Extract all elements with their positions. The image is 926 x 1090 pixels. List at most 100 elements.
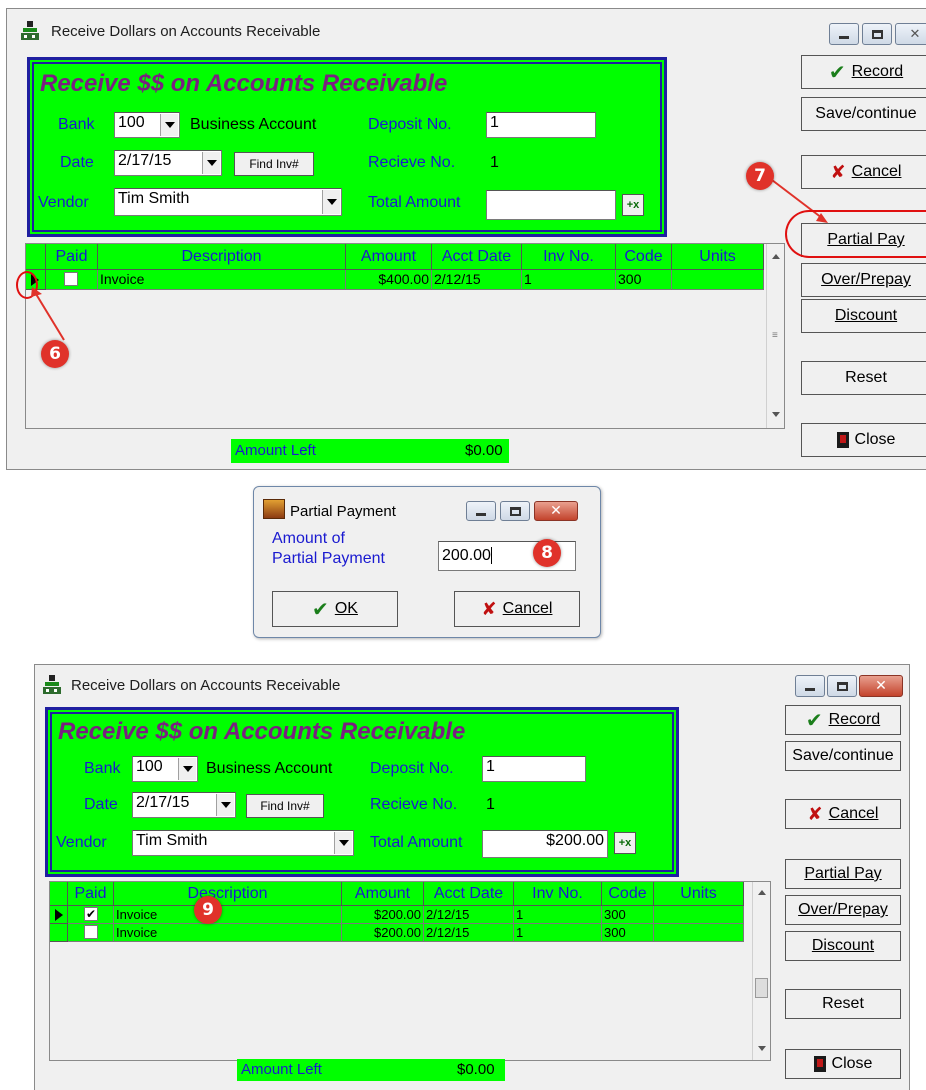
cell-code[interactable]: 300 (602, 906, 654, 924)
col-header-description[interactable]: Description (98, 244, 346, 270)
col-header-amount[interactable]: Amount (346, 244, 432, 270)
save-continue-button[interactable]: Save/continue (801, 97, 926, 131)
col-header-code[interactable]: Code (616, 244, 672, 270)
cell-description[interactable]: Invoice (114, 924, 342, 942)
col-header-amount[interactable]: Amount (342, 882, 424, 906)
calculator-icon[interactable]: +x (614, 832, 636, 854)
over-prepay-button[interactable]: Over/Prepay (801, 263, 926, 297)
cell-acct-date[interactable]: 2/12/15 (432, 270, 522, 290)
vertical-scrollbar[interactable]: ≡ (766, 244, 784, 428)
reset-button[interactable]: Reset (785, 989, 901, 1019)
cell-inv-no[interactable]: 1 (514, 906, 602, 924)
col-header-acct-date[interactable]: Acct Date (424, 882, 514, 906)
scroll-up-icon[interactable] (757, 890, 766, 895)
window-title: Receive Dollars on Accounts Receivable (71, 677, 341, 694)
receive-ar-window-after: Receive Dollars on Accounts Receivable ✕… (34, 664, 910, 1090)
close-window-button[interactable]: ✕ (895, 23, 926, 45)
cell-amount[interactable]: $400.00 (346, 270, 432, 290)
cell-inv-no[interactable]: 1 (514, 924, 602, 942)
cell-units[interactable] (654, 906, 744, 924)
dialog-title: Partial Payment (290, 503, 396, 520)
maximize-button[interactable] (862, 23, 892, 45)
amount-left-label: Amount Left (241, 1061, 322, 1078)
find-invoice-button[interactable]: Find Inv# (246, 794, 324, 818)
row-selector[interactable] (50, 906, 68, 924)
bank-select[interactable]: 100 (114, 112, 180, 138)
dialog-close-button[interactable]: ✕ (534, 501, 578, 521)
dialog-cancel-button[interactable]: ✘ Cancel (454, 591, 580, 627)
paid-checkbox[interactable] (64, 272, 78, 286)
cell-amount[interactable]: $200.00 (342, 924, 424, 942)
scroll-up-icon[interactable] (771, 254, 780, 259)
col-header-acct-date[interactable]: Acct Date (432, 244, 522, 270)
cell-code[interactable]: 300 (602, 924, 654, 942)
chevron-down-icon (160, 114, 178, 136)
amount-left-bar: Amount Left $0.00 (231, 439, 509, 463)
cell-description[interactable]: Invoice (114, 906, 342, 924)
close-window-button[interactable]: ✕ (859, 675, 903, 697)
cell-acct-date[interactable]: 2/12/15 (424, 906, 514, 924)
dialog-maximize-button[interactable] (500, 501, 530, 521)
partial-pay-button[interactable]: Partial Pay (785, 859, 901, 889)
cell-units[interactable] (654, 924, 744, 942)
scroll-down-icon[interactable] (757, 1046, 766, 1051)
total-amount-field[interactable]: $200.00 (482, 830, 608, 858)
calculator-icon[interactable]: +x (622, 194, 644, 216)
col-header-description[interactable]: Description (114, 882, 342, 906)
maximize-button[interactable] (827, 675, 857, 697)
col-header-paid[interactable]: Paid (68, 882, 114, 906)
date-label: Date (84, 796, 118, 813)
minimize-button[interactable] (795, 675, 825, 697)
date-select[interactable]: 2/17/15 (132, 792, 236, 818)
amount-left-value: $0.00 (465, 442, 503, 459)
paid-checkbox[interactable] (84, 925, 98, 939)
col-header-paid[interactable]: Paid (46, 244, 98, 270)
col-header-units[interactable]: Units (654, 882, 744, 906)
discount-button[interactable]: Discount (801, 299, 926, 333)
cell-units[interactable] (672, 270, 764, 290)
ok-button[interactable]: ✔ OK (272, 591, 398, 627)
cell-description[interactable]: Invoice (98, 270, 346, 290)
close-icon: ✕ (909, 26, 921, 41)
col-header-inv-no[interactable]: Inv No. (514, 882, 602, 906)
record-button[interactable]: ✔ Record (785, 705, 901, 735)
find-invoice-button[interactable]: Find Inv# (234, 152, 314, 176)
bank-select[interactable]: 100 (132, 756, 198, 782)
vendor-select[interactable]: Tim Smith (114, 188, 342, 216)
cancel-button[interactable]: ✘ Cancel (785, 799, 901, 829)
partial-amount-label: Amount of Partial Payment (272, 530, 385, 567)
reset-button[interactable]: Reset (801, 361, 926, 395)
paid-checkbox[interactable]: ✔ (84, 907, 98, 921)
cell-code[interactable]: 300 (616, 270, 672, 290)
bank-name: Business Account (190, 116, 317, 133)
save-continue-button[interactable]: Save/continue (785, 741, 901, 771)
close-button[interactable]: Close (785, 1049, 901, 1079)
scroll-down-icon[interactable] (771, 412, 780, 417)
vertical-scrollbar[interactable] (752, 882, 770, 1060)
row-selector[interactable] (50, 924, 68, 942)
cell-amount[interactable]: $200.00 (342, 906, 424, 924)
bank-label: Bank (58, 116, 95, 133)
total-amount-field[interactable] (486, 190, 616, 220)
amount-left-value: $0.00 (457, 1061, 495, 1078)
vendor-select[interactable]: Tim Smith (132, 830, 354, 856)
date-select[interactable]: 2/17/15 (114, 150, 222, 176)
cancel-button[interactable]: ✘ Cancel (801, 155, 926, 189)
cell-acct-date[interactable]: 2/12/15 (424, 924, 514, 942)
col-header-units[interactable]: Units (672, 244, 764, 270)
scroll-thumb[interactable] (755, 978, 768, 998)
minimize-button[interactable] (829, 23, 859, 45)
col-header-code[interactable]: Code (602, 882, 654, 906)
cell-inv-no[interactable]: 1 (522, 270, 616, 290)
over-prepay-button[interactable]: Over/Prepay (785, 895, 901, 925)
discount-button[interactable]: Discount (785, 931, 901, 961)
title-bar: Receive Dollars on Accounts Receivable ✕ (7, 9, 926, 53)
dialog-minimize-button[interactable] (466, 501, 496, 521)
col-header-inv-no[interactable]: Inv No. (522, 244, 616, 270)
deposit-field[interactable]: 1 (482, 756, 586, 782)
deposit-field[interactable]: 1 (486, 112, 596, 138)
door-icon (813, 1056, 826, 1072)
close-button[interactable]: Close (801, 423, 926, 457)
record-button[interactable]: ✔ Record (801, 55, 926, 89)
total-amount-label: Total Amount (370, 834, 463, 851)
